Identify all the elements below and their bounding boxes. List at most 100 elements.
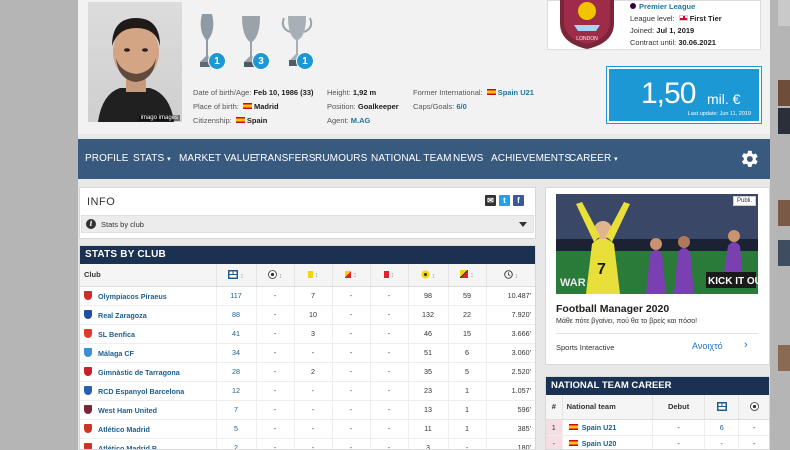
col-clean-sheets[interactable]: ↕	[447, 264, 486, 287]
stats-view-select[interactable]: i Stats by club	[81, 215, 534, 233]
club-name-link[interactable]: Gimnàstic de Tarragona	[98, 368, 180, 377]
club-crest-icon[interactable]: LONDON	[556, 0, 618, 49]
nt-appearances-cell[interactable]: 6	[704, 419, 739, 436]
trophy-1[interactable]: 1	[192, 10, 226, 70]
club-crest-icon[interactable]	[84, 442, 92, 449]
twitter-share-icon[interactable]: t	[499, 195, 510, 206]
sort-icon: ↕	[240, 272, 244, 280]
trophy-2[interactable]: 3	[236, 10, 270, 70]
caps-link[interactable]: 6/0	[456, 102, 466, 111]
appearances-cell[interactable]: 12	[215, 381, 256, 401]
club-name-link[interactable]: Atlético Madrid B	[98, 444, 157, 450]
club-name-link[interactable]: Olympiacos Piraeus	[98, 292, 167, 301]
facebook-share-icon[interactable]: f	[513, 195, 524, 206]
side-ad-thumb[interactable]	[778, 240, 790, 266]
appearances-cell[interactable]: 7	[215, 400, 256, 420]
club-crest-icon[interactable]	[84, 366, 92, 376]
appearances-cell[interactable]: 28	[215, 362, 256, 382]
club-crest-icon[interactable]	[84, 347, 92, 357]
mail-share-icon[interactable]: ✉	[485, 195, 496, 206]
club-crest-icon[interactable]	[84, 328, 92, 338]
second-yellow-cell: -	[331, 400, 370, 420]
nt-team-link[interactable]: Spain U20	[582, 439, 617, 448]
table-row: Atlético Madrid 5- - - -11 1 385'	[80, 419, 535, 439]
club-cell[interactable]: Atlético Madrid B	[80, 438, 216, 450]
international-link[interactable]: Spain U21	[498, 88, 534, 97]
club-cell[interactable]: Olympiacos Piraeus	[80, 286, 216, 306]
club-name-link[interactable]: RCD Espanyol Barcelona	[98, 387, 184, 396]
side-ad-strip[interactable]	[778, 0, 790, 450]
market-value-box[interactable]: 1,50 mil. € Last update: Jun 11, 2019	[606, 66, 762, 124]
nav-achievements[interactable]: ACHIEVEMENTS	[491, 153, 571, 164]
nt-team-cell[interactable]: Spain U20	[561, 435, 653, 449]
club-name-link[interactable]: Atlético Madrid	[98, 425, 150, 434]
nt-appearances-cell[interactable]: -	[704, 435, 739, 449]
appearances-cell[interactable]: 5	[215, 419, 256, 439]
club-cell[interactable]: Málaga CF	[80, 343, 216, 363]
yellow-cards-cell: 3	[293, 324, 332, 344]
col-red-cards[interactable]: ↕	[369, 264, 408, 287]
col-yellow-cards[interactable]: ↕	[293, 264, 332, 287]
contract-label: Contract until:	[630, 38, 677, 47]
club-name-link[interactable]: Málaga CF	[98, 349, 134, 358]
trophy-3[interactable]: 1	[280, 10, 314, 70]
club-crest-icon[interactable]	[84, 309, 92, 319]
ad-open-button[interactable]: Ανοιχτό	[692, 341, 723, 351]
pob-label: Place of birth:	[193, 102, 239, 111]
col-nt-appearances[interactable]	[704, 395, 739, 420]
nav-rumours[interactable]: RUMOURS	[315, 153, 367, 164]
appearances-cell[interactable]: 2	[215, 438, 256, 449]
agent-link[interactable]: M.AG	[351, 116, 371, 125]
nav-market-value[interactable]: MARKET VALUE	[179, 153, 257, 164]
ad-panel[interactable]: WAR KICK IT OU 7 Publi. Football Manager…	[545, 187, 770, 365]
club-cell[interactable]: West Ham United	[80, 400, 216, 420]
nav-career[interactable]: CAREER ▾	[569, 153, 618, 164]
col-goals[interactable]: ↕	[255, 264, 294, 287]
nav-news[interactable]: NEWS	[453, 153, 483, 164]
ad-image[interactable]: WAR KICK IT OU 7 Publi.	[556, 194, 758, 294]
table-row: Real Zaragoza 88-10- -132 22 7.920'	[80, 305, 535, 325]
club-cell[interactable]: Real Zaragoza	[80, 305, 216, 325]
club-cell[interactable]: SL Benfica	[80, 324, 216, 344]
club-crest-icon[interactable]	[84, 290, 92, 300]
side-ad-thumb[interactable]	[778, 345, 790, 371]
club-name-link[interactable]: West Ham United	[98, 406, 157, 415]
player-photo[interactable]: imago images	[88, 2, 182, 122]
nt-team-cell[interactable]: Spain U21	[561, 419, 653, 436]
ad-label-badge[interactable]: Publi.	[732, 196, 756, 206]
nav-transfers[interactable]: TRANSFERS	[254, 153, 315, 164]
clean-sheets-cell: 59	[447, 286, 486, 306]
appearances-cell[interactable]: 34	[215, 343, 256, 363]
nav-stats[interactable]: STATS ▾	[133, 153, 171, 164]
club-cell[interactable]: RCD Espanyol Barcelona	[80, 381, 216, 401]
nt-team-link[interactable]: Spain U21	[582, 423, 617, 432]
col-minutes[interactable]: ↕	[485, 264, 535, 287]
chevron-right-icon[interactable]: ›	[744, 339, 748, 351]
side-ad-thumb[interactable]	[778, 108, 790, 134]
yellow-cards-cell: -	[293, 381, 332, 401]
club-crest-icon[interactable]	[84, 404, 92, 414]
col-second-yellow[interactable]: ↕	[331, 264, 370, 287]
col-appearances[interactable]: ↕	[215, 264, 256, 287]
gear-icon[interactable]	[738, 148, 760, 170]
appearances-cell[interactable]: 88	[215, 305, 256, 325]
club-cell[interactable]: Gimnàstic de Tarragona	[80, 362, 216, 382]
club-name-link[interactable]: SL Benfica	[98, 330, 135, 339]
col-nt-goals[interactable]	[738, 395, 769, 420]
club-crest-icon[interactable]	[84, 385, 92, 395]
club-cell[interactable]: Atlético Madrid	[80, 419, 216, 439]
appearances-cell[interactable]: 41	[215, 324, 256, 344]
club-name-link[interactable]: Real Zaragoza	[98, 311, 147, 320]
minutes-cell: 7.920'	[485, 305, 535, 325]
side-ad-thumb[interactable]	[778, 0, 790, 26]
side-ad-thumb[interactable]	[778, 200, 790, 226]
league-link[interactable]: Premier League	[639, 2, 695, 11]
club-crest-icon[interactable]	[84, 423, 92, 433]
side-ad-thumb[interactable]	[778, 80, 790, 106]
appearances-cell[interactable]: 117	[215, 286, 256, 306]
ad-title[interactable]: Football Manager 2020	[556, 303, 669, 315]
col-goals-conceded[interactable]: ↕	[407, 264, 448, 287]
stats-view-select-value: Stats by club	[101, 220, 144, 229]
nav-national-team[interactable]: NATIONAL TEAM	[371, 153, 452, 164]
nav-profile[interactable]: PROFILE	[85, 153, 129, 164]
